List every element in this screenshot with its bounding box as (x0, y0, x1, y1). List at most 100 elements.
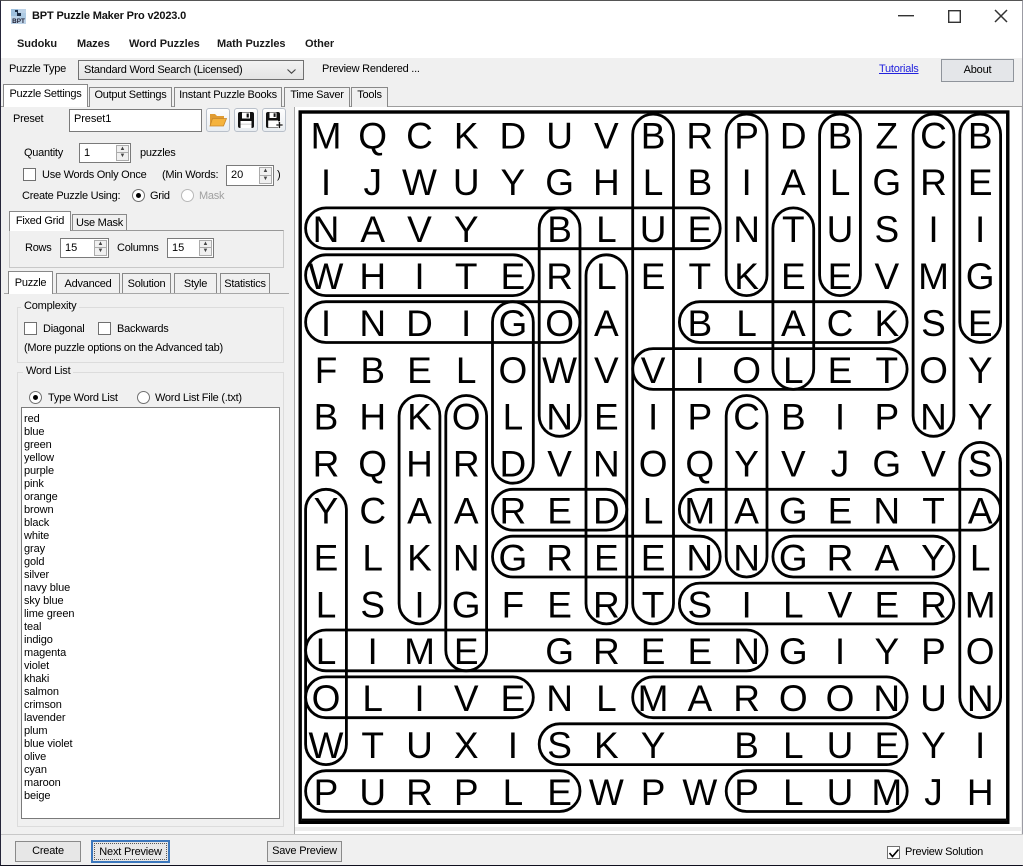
svg-text:H: H (593, 162, 620, 203)
svg-text:H: H (359, 256, 386, 297)
svg-text:Q: Q (685, 444, 714, 485)
svg-text:T: T (782, 209, 805, 250)
svg-text:P: P (641, 772, 666, 813)
svg-text:P: P (921, 631, 946, 672)
svg-text:E: E (547, 584, 572, 625)
svg-text:G: G (872, 162, 901, 203)
svg-text:V: V (641, 350, 666, 391)
svg-text:P: P (874, 397, 899, 438)
svg-text:B: B (781, 397, 806, 438)
svg-text:C: C (733, 397, 760, 438)
svg-text:B: B (828, 115, 853, 156)
svg-text:L: L (456, 350, 477, 391)
svg-text:J: J (363, 162, 382, 203)
svg-text:Y: Y (921, 725, 946, 766)
svg-text:B: B (687, 162, 712, 203)
svg-text:I: I (461, 303, 471, 344)
svg-text:C: C (827, 303, 854, 344)
svg-text:O: O (732, 350, 761, 391)
svg-text:K: K (407, 537, 432, 578)
svg-text:A: A (781, 303, 806, 344)
svg-text:V: V (921, 444, 946, 485)
svg-text:I: I (928, 209, 938, 250)
svg-text:E: E (828, 350, 853, 391)
svg-text:E: E (874, 725, 899, 766)
svg-text:D: D (593, 491, 620, 532)
svg-text:N: N (593, 444, 620, 485)
svg-text:G: G (452, 584, 481, 625)
svg-text:M: M (684, 491, 715, 532)
svg-text:O: O (452, 397, 481, 438)
svg-text:A: A (454, 491, 479, 532)
svg-text:L: L (783, 584, 804, 625)
svg-text:O: O (639, 444, 668, 485)
svg-text:W: W (589, 772, 624, 813)
svg-text:O: O (499, 350, 528, 391)
svg-text:E: E (501, 256, 526, 297)
svg-text:D: D (500, 115, 527, 156)
svg-text:L: L (503, 397, 524, 438)
svg-text:G: G (872, 444, 901, 485)
svg-text:F: F (502, 584, 525, 625)
svg-text:E: E (781, 256, 806, 297)
svg-text:Y: Y (874, 631, 899, 672)
svg-text:B: B (968, 115, 993, 156)
svg-text:L: L (596, 209, 617, 250)
svg-text:L: L (316, 631, 337, 672)
svg-text:I: I (741, 584, 751, 625)
svg-text:P: P (454, 772, 479, 813)
svg-text:G: G (779, 537, 808, 578)
svg-text:B: B (314, 397, 339, 438)
svg-text:B: B (641, 115, 666, 156)
svg-text:L: L (362, 678, 383, 719)
svg-text:V: V (781, 444, 806, 485)
svg-text:I: I (741, 162, 751, 203)
svg-text:O: O (826, 678, 855, 719)
svg-text:U: U (827, 725, 854, 766)
svg-text:G: G (499, 537, 528, 578)
svg-text:R: R (920, 584, 947, 625)
svg-text:BPT: BPT (12, 18, 25, 24)
svg-text:I: I (321, 162, 331, 203)
svg-text:L: L (596, 678, 617, 719)
svg-text:I: I (368, 631, 378, 672)
svg-text:V: V (828, 584, 853, 625)
svg-text:Q: Q (358, 444, 387, 485)
svg-text:E: E (641, 256, 666, 297)
svg-text:R: R (733, 678, 760, 719)
svg-text:L: L (362, 537, 383, 578)
svg-text:T: T (455, 256, 478, 297)
svg-text:E: E (407, 350, 432, 391)
svg-text:U: U (453, 162, 480, 203)
svg-text:O: O (545, 303, 574, 344)
svg-text:P: P (734, 115, 759, 156)
svg-text:I: I (508, 725, 518, 766)
svg-text:U: U (640, 209, 667, 250)
svg-text:S: S (687, 584, 712, 625)
svg-text:L: L (596, 256, 617, 297)
svg-text:L: L (783, 350, 804, 391)
svg-text:N: N (546, 397, 573, 438)
svg-text:B: B (687, 303, 712, 344)
svg-text:B: B (734, 725, 759, 766)
svg-text:I: I (648, 397, 658, 438)
svg-text:T: T (361, 725, 384, 766)
svg-text:P: P (687, 397, 712, 438)
svg-text:A: A (360, 209, 385, 250)
svg-text:O: O (779, 678, 808, 719)
svg-text:H: H (406, 444, 433, 485)
svg-text:Z: Z (875, 115, 898, 156)
svg-text:V: V (547, 444, 572, 485)
svg-text:L: L (643, 491, 664, 532)
svg-text:N: N (920, 397, 947, 438)
svg-text:T: T (642, 584, 665, 625)
svg-text:S: S (968, 444, 993, 485)
svg-text:X: X (454, 725, 479, 766)
svg-text:C: C (406, 115, 433, 156)
svg-text:L: L (736, 303, 757, 344)
svg-text:U: U (359, 772, 386, 813)
svg-text:B: B (360, 350, 385, 391)
svg-text:O: O (312, 678, 341, 719)
svg-text:D: D (406, 303, 433, 344)
svg-text:C: C (920, 115, 947, 156)
